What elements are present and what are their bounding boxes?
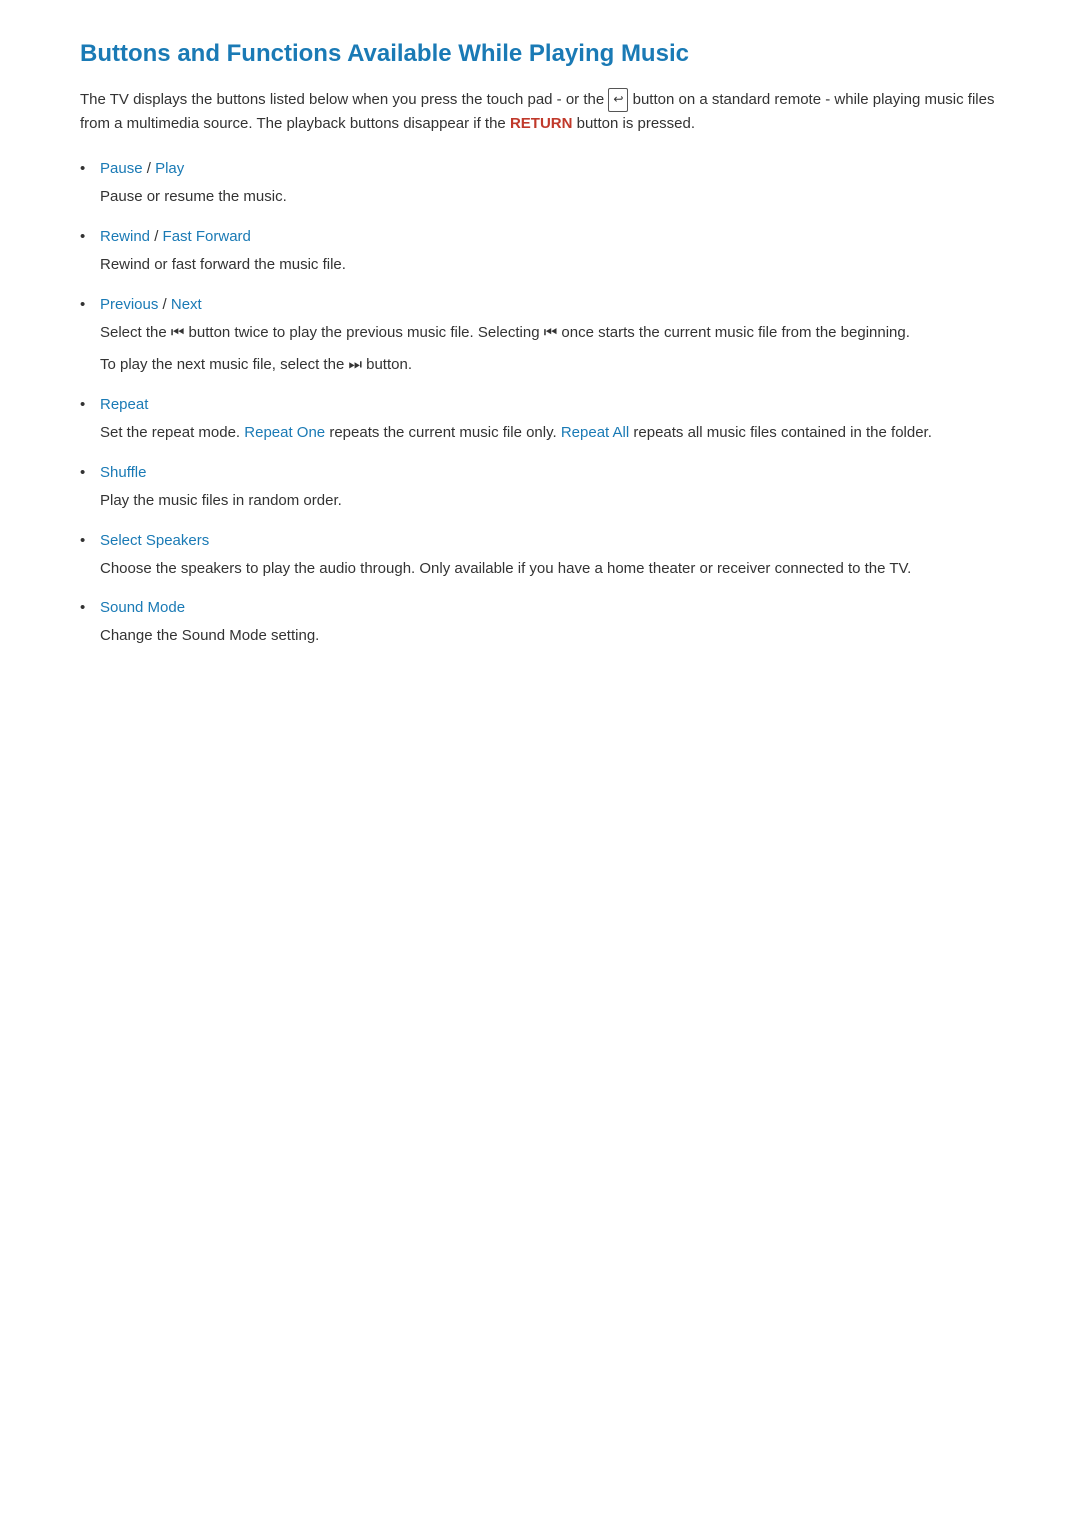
shuffle-title: Shuffle [100,464,1000,481]
play-label: Play [155,160,184,177]
page-title: Buttons and Functions Available While Pl… [80,40,1000,68]
list-item-select-speakers: Select Speakers Choose the speakers to p… [80,532,1000,582]
sep1: / [143,160,156,177]
list-item-sound-mode: Sound Mode Change the Sound Mode setting… [80,599,1000,649]
sep2: / [150,228,163,245]
list-item-previous-next: Previous / Next Select the ⏮ button twic… [80,296,1000,379]
intro-text-end: button is pressed. [577,115,695,132]
select-speakers-title: Select Speakers [100,532,1000,549]
list-item-repeat: Repeat Set the repeat mode. Repeat One r… [80,396,1000,446]
previous-next-body: Select the ⏮ button twice to play the pr… [100,321,1000,379]
repeat-body: Set the repeat mode. Repeat One repeats … [100,421,1000,446]
list-item-pause-play: Pause / Play Pause or resume the music. [80,160,1000,210]
repeat-desc: Set the repeat mode. Repeat One repeats … [100,421,1000,446]
shuffle-desc: Play the music files in random order. [100,489,1000,514]
select-speakers-label: Select Speakers [100,532,209,549]
list-item-rewind-ff: Rewind / Fast Forward Rewind or fast for… [80,228,1000,278]
functions-list: Pause / Play Pause or resume the music. … [80,160,1000,649]
intro-text-before: The TV displays the buttons listed below… [80,91,604,108]
rewind-ff-body: Rewind or fast forward the music file. [100,253,1000,278]
repeat-all-label: Repeat All [561,424,629,441]
pause-play-title: Pause / Play [100,160,1000,177]
list-item-shuffle: Shuffle Play the music files in random o… [80,464,1000,514]
previous-next-title: Previous / Next [100,296,1000,313]
sound-mode-body: Change the Sound Mode setting. [100,624,1000,649]
shuffle-body: Play the music files in random order. [100,489,1000,514]
repeat-title: Repeat [100,396,1000,413]
sound-mode-label: Sound Mode [100,599,185,616]
select-speakers-desc: Choose the speakers to play the audio th… [100,557,1000,582]
select-speakers-body: Choose the speakers to play the audio th… [100,557,1000,582]
previous-next-desc1: Select the ⏮ button twice to play the pr… [100,321,1000,346]
next-label: Next [171,296,202,313]
repeat-one-label: Repeat One [244,424,325,441]
sound-mode-title: Sound Mode [100,599,1000,616]
sep3: / [158,296,171,313]
previous-label: Previous [100,296,158,313]
pause-play-body: Pause or resume the music. [100,185,1000,210]
pause-label: Pause [100,160,143,177]
return-keyword: RETURN [510,115,573,132]
intro-paragraph: The TV displays the buttons listed below… [80,88,1000,136]
rewind-ff-title: Rewind / Fast Forward [100,228,1000,245]
return-icon: ↩ [608,88,628,111]
repeat-label: Repeat [100,396,148,413]
pause-play-desc: Pause or resume the music. [100,185,1000,210]
rewind-ff-desc: Rewind or fast forward the music file. [100,253,1000,278]
shuffle-label: Shuffle [100,464,146,481]
previous-next-desc2: To play the next music file, select the … [100,353,1000,378]
fastforward-label: Fast Forward [163,228,251,245]
rewind-label: Rewind [100,228,150,245]
sound-mode-desc: Change the Sound Mode setting. [100,624,1000,649]
